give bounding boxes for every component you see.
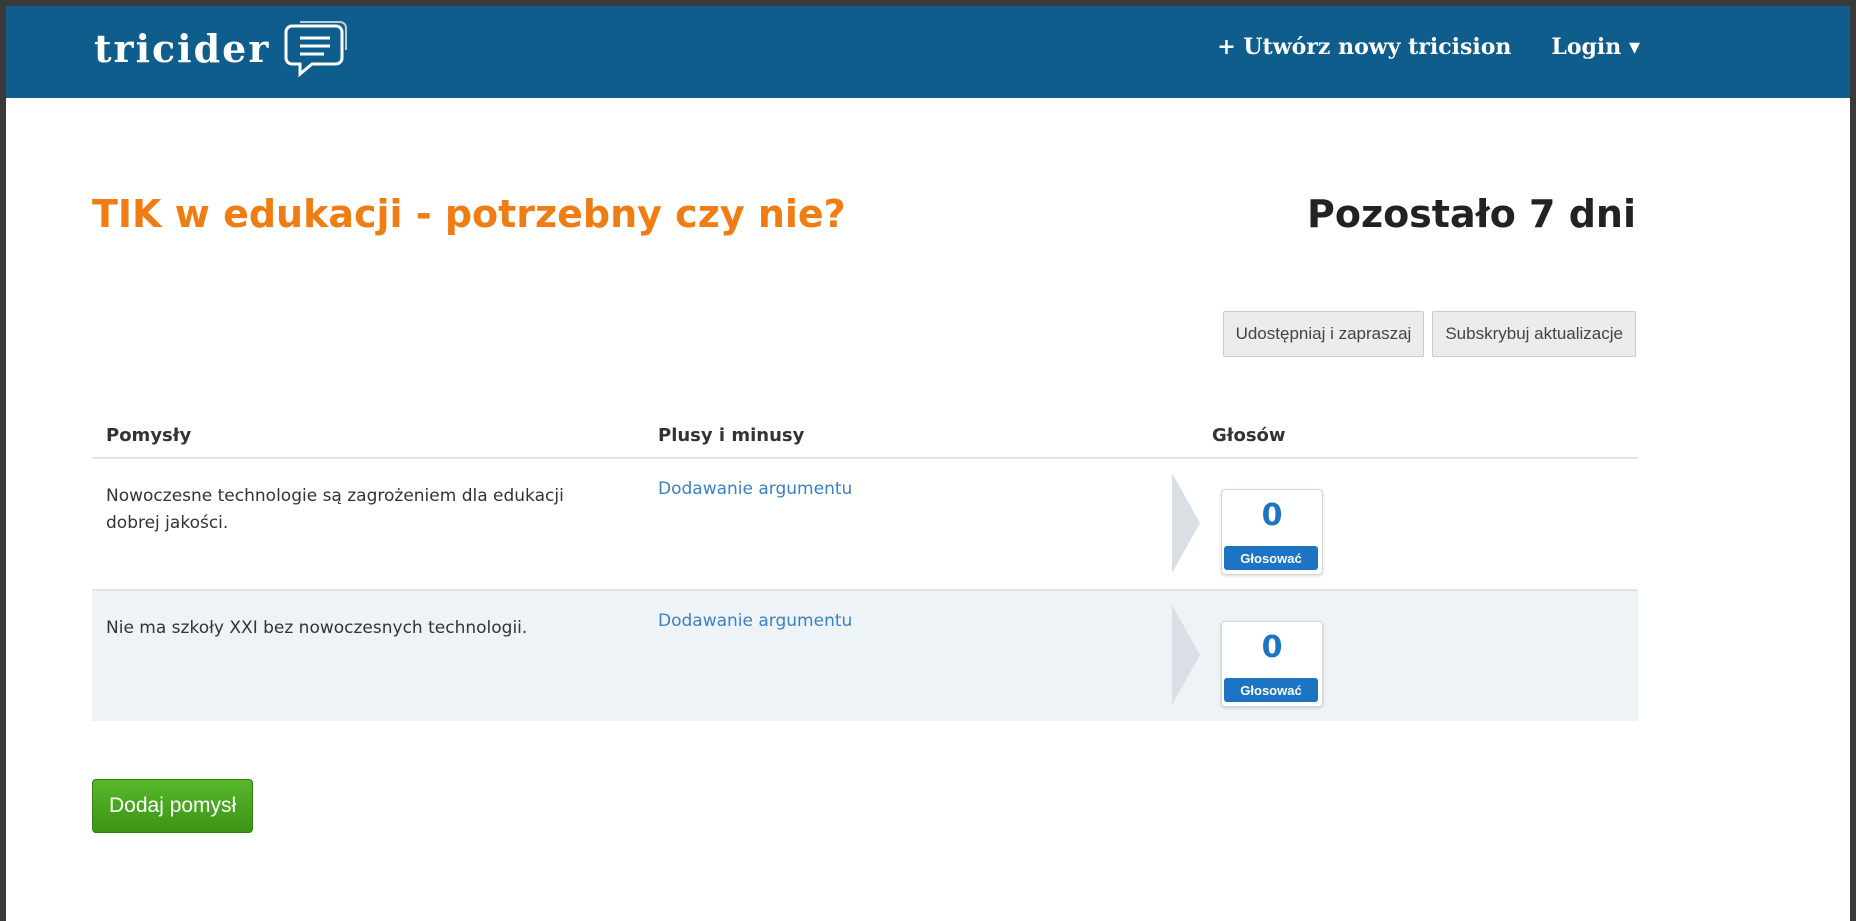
chevron-right-icon (1172, 605, 1200, 705)
subscribe-button[interactable]: Subskrybuj aktualizacje (1432, 311, 1636, 357)
header-pros-cons: Plusy i minusy (658, 425, 805, 446)
table-row: Nie ma szkoły XXI bez nowoczesnych techn… (92, 591, 1638, 721)
add-idea-button[interactable]: Dodaj pomysł (92, 779, 254, 833)
top-bar: tricider + Utwórz nowy tricision Login ▾ (6, 6, 1850, 98)
vote-button[interactable]: Głosować (1224, 678, 1318, 702)
vote-box: 0 Głosować (1221, 621, 1323, 707)
logo[interactable]: tricider (94, 16, 350, 80)
action-buttons: Udostępniaj i zapraszaj Subskrybuj aktua… (1222, 311, 1636, 357)
vote-count: 0 (1261, 630, 1283, 665)
vote-count: 0 (1261, 498, 1283, 533)
page: tricider + Utwórz nowy tricision Login ▾… (6, 6, 1850, 921)
add-argument-link[interactable]: Dodawanie argumentu (658, 479, 852, 499)
add-argument-link[interactable]: Dodawanie argumentu (658, 611, 852, 631)
header-votes: Głosów (1212, 425, 1286, 446)
speech-bubble-list-icon (284, 21, 348, 78)
idea-text: Nie ma szkoły XXI bez nowoczesnych techn… (106, 618, 528, 638)
login-menu[interactable]: Login ▾ (1551, 34, 1640, 60)
share-invite-button[interactable]: Udostępniaj i zapraszaj (1222, 311, 1425, 357)
vote-box: 0 Głosować (1221, 489, 1323, 575)
table-row: Nowoczesne technologie są zagrożeniem dl… (92, 459, 1638, 591)
header-ideas: Pomysły (106, 425, 192, 446)
table-header: Pomysły Plusy i minusy Głosów (92, 411, 1638, 459)
chevron-right-icon (1172, 473, 1200, 573)
ideas-table: Pomysły Plusy i minusy Głosów Nowoczesne… (92, 411, 1638, 721)
create-tricision-link[interactable]: + Utwórz nowy tricision (1217, 34, 1511, 60)
top-nav: + Utwórz nowy tricision Login ▾ (1217, 34, 1640, 60)
idea-text: Nowoczesne technologie są zagrożeniem dl… (106, 486, 564, 533)
vote-button[interactable]: Głosować (1224, 546, 1318, 570)
time-remaining: Pozostało 7 dni (1307, 192, 1636, 236)
logo-text: tricider (94, 25, 271, 71)
page-title: TIK w edukacji - potrzebny czy nie? (92, 192, 846, 236)
